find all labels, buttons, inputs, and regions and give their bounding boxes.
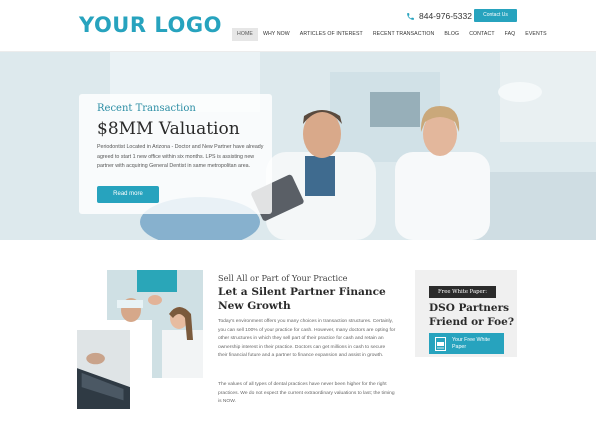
white-paper-label: Free White Paper:	[429, 286, 496, 298]
phone-number[interactable]: 844-976-5332	[406, 11, 472, 21]
site-header: YOUR LOGO 844-976-5332 Contact Us HOME W…	[0, 0, 596, 52]
nav-home[interactable]: HOME	[232, 28, 258, 41]
section-eyebrow: Sell All or Part of Your Practice	[218, 273, 348, 283]
nav-articles[interactable]: ARTICLES OF INTEREST	[295, 28, 368, 41]
white-paper-button[interactable]: Your Free White Paper	[429, 333, 504, 354]
nav-events[interactable]: EVENTS	[520, 28, 551, 41]
nav-contact[interactable]: CONTACT	[464, 28, 499, 41]
hero-eyebrow: Recent Transaction	[97, 103, 196, 114]
nav-faq[interactable]: FAQ	[500, 28, 521, 41]
hero-description: Periodontist Located in Arizona - Doctor…	[97, 144, 264, 170]
nav-why-now[interactable]: WHY NOW	[258, 28, 295, 41]
hero-title: $8MM Valuation	[97, 119, 240, 139]
site-logo[interactable]: YOUR LOGO	[79, 13, 222, 37]
section-title: Let a Silent Partner Finance New Growth	[218, 286, 386, 312]
nav-recent-transaction[interactable]: RECENT TRANSACTION	[368, 28, 440, 41]
hero-card: Recent Transaction $8MM Valuation Period…	[79, 94, 272, 214]
phone-icon	[407, 12, 414, 20]
white-paper-panel: Free White Paper: DSO Partners Friend or…	[415, 270, 517, 357]
section-paragraph-2: The values of all types of dental practi…	[218, 382, 395, 405]
white-paper-title: DSO Partners Friend or Foe?	[429, 302, 515, 328]
laptop-typing-photo	[75, 328, 132, 411]
section-paragraph-1: Today's environment offers you many choi…	[218, 319, 396, 359]
hero-banner: Recent Transaction $8MM Valuation Period…	[0, 52, 596, 240]
nav-blog[interactable]: BLOG	[439, 28, 464, 41]
contact-us-button[interactable]: Contact Us	[474, 9, 517, 22]
read-more-button[interactable]: Read more	[97, 186, 159, 203]
pdf-icon	[435, 336, 446, 351]
white-paper-button-label: Your Free White Paper	[452, 337, 491, 350]
practice-photo-collage	[75, 270, 215, 411]
main-nav: HOME WHY NOW ARTICLES OF INTEREST RECENT…	[232, 28, 552, 41]
phone-text: 844-976-5332	[419, 11, 472, 21]
